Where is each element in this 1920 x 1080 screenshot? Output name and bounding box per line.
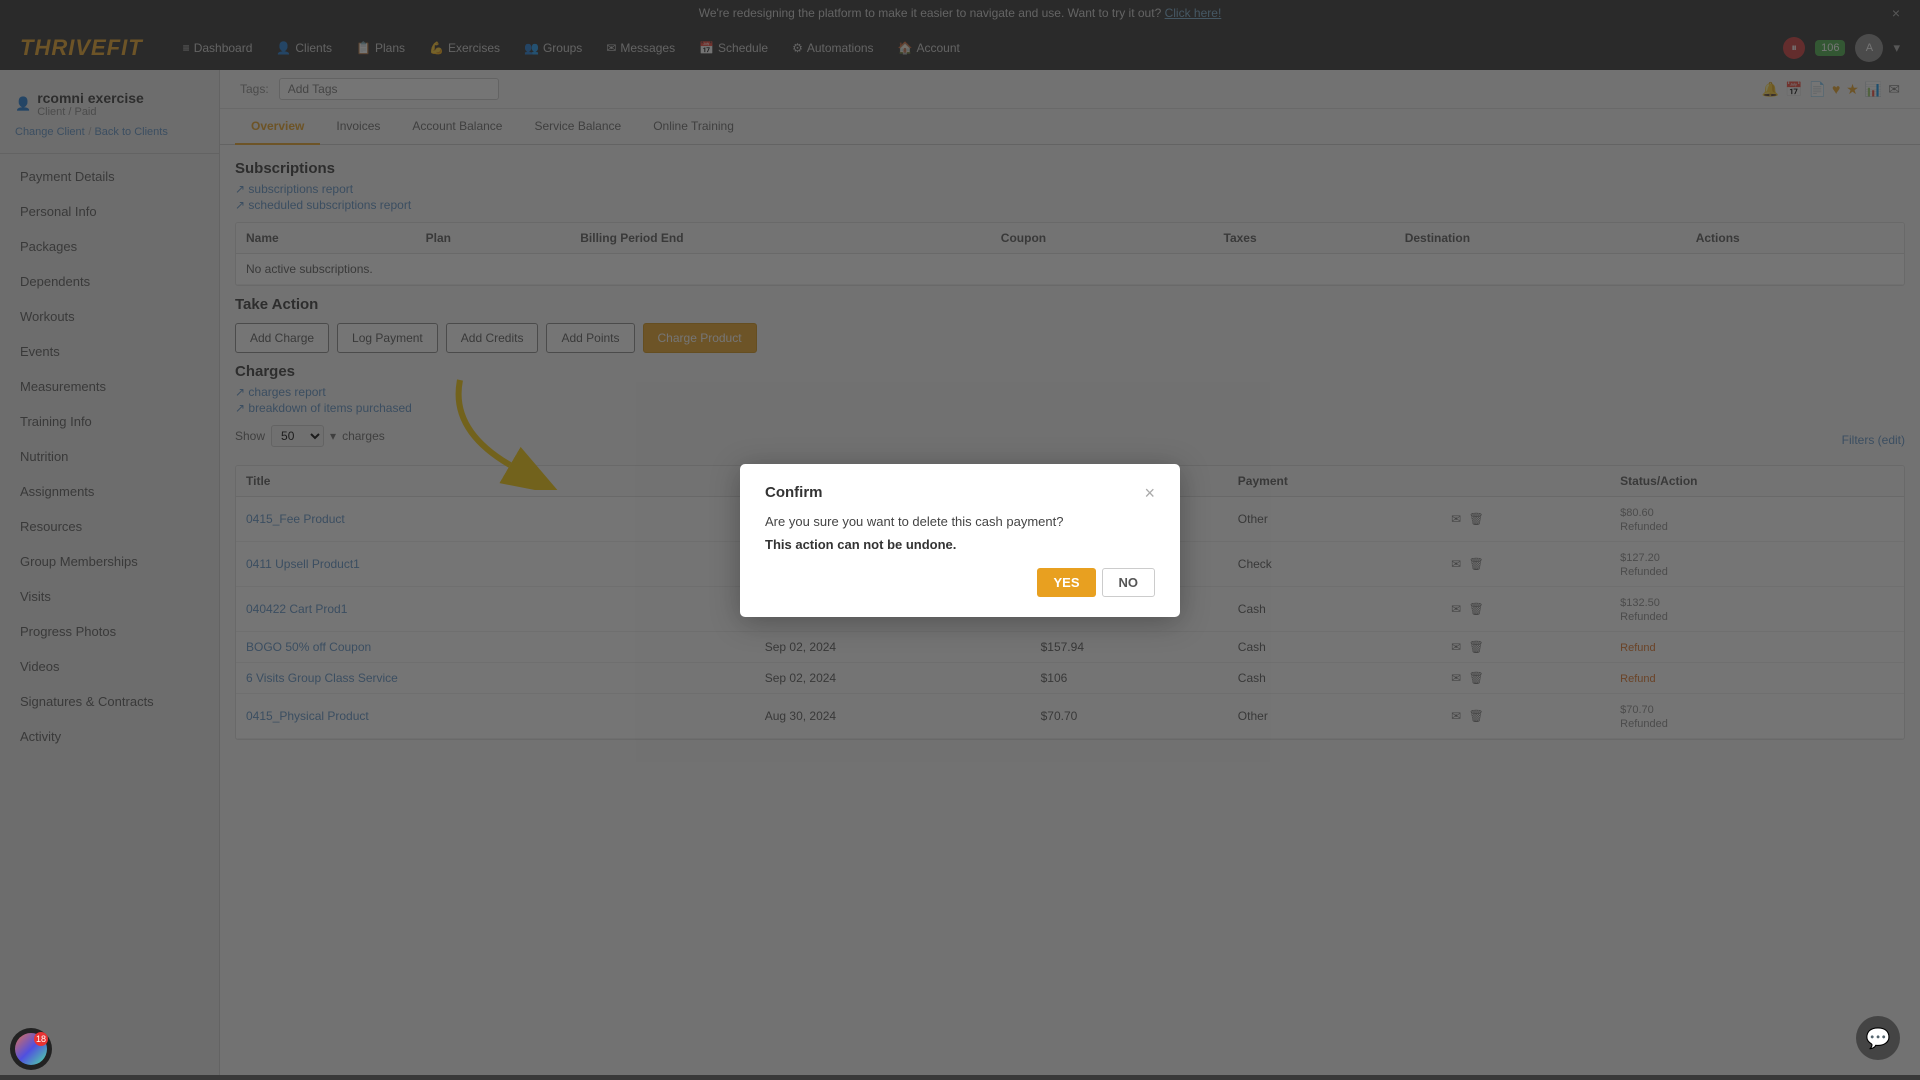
chat-button[interactable]: 💬 [1856, 1016, 1900, 1060]
confirm-modal: Confirm × Are you sure you want to delet… [740, 464, 1180, 617]
confirm-no-button[interactable]: NO [1102, 568, 1156, 597]
app-badge[interactable]: 18 [10, 1028, 52, 1070]
modal-close-button[interactable]: × [1144, 484, 1155, 502]
modal-body-text: Are you sure you want to delete this cas… [765, 514, 1155, 529]
confirm-yes-button[interactable]: YES [1037, 568, 1095, 597]
modal-warning-text: This action can not be undone. [765, 537, 1155, 552]
modal-header: Confirm × [765, 484, 1155, 502]
app-notification-count: 18 [34, 1032, 48, 1046]
modal-title: Confirm [765, 484, 823, 501]
modal-wrapper: Confirm × Are you sure you want to delet… [0, 0, 1920, 1080]
modal-footer: YES NO [765, 568, 1155, 597]
